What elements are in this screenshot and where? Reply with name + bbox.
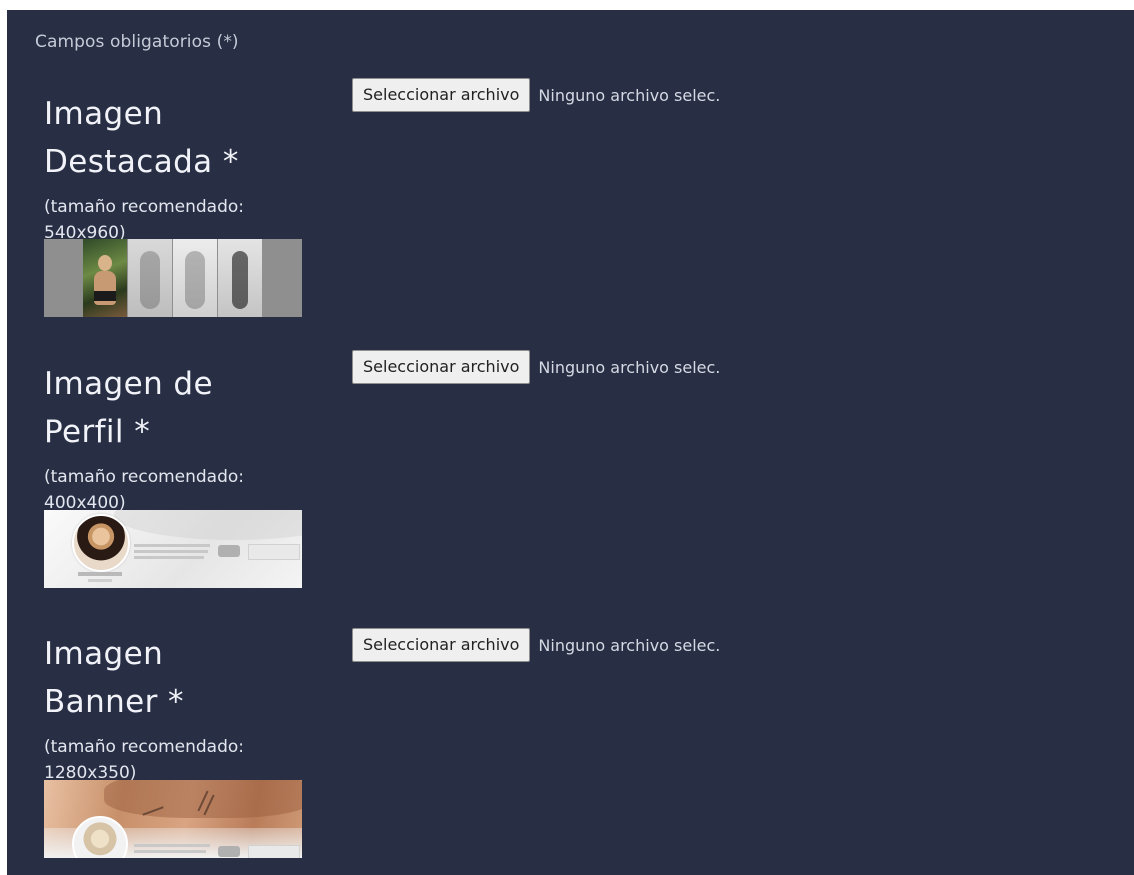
profile-image-label: Imagen de Perfil * xyxy=(44,360,344,456)
banner-image-hint-line1: (tamaño recomendado: xyxy=(44,737,245,757)
banner-image-label: Imagen Banner * xyxy=(44,630,344,726)
profile-avatar xyxy=(72,514,130,572)
featured-image-label-line1: Imagen xyxy=(44,96,164,132)
banner-image-file-control: Seleccionar archivo Ninguno archivo sele… xyxy=(352,628,720,662)
banner-image-file-status: Ninguno archivo selec. xyxy=(538,635,721,655)
profile-image-file-control: Seleccionar archivo Ninguno archivo sele… xyxy=(352,350,720,384)
featured-thumb-4 xyxy=(218,239,262,317)
featured-image-select-file-button[interactable]: Seleccionar archivo xyxy=(352,78,531,112)
featured-image-file-control: Seleccionar archivo Ninguno archivo sele… xyxy=(352,78,720,112)
banner-image-select-file-button[interactable]: Seleccionar archivo xyxy=(352,628,531,662)
banner-image-size-hint: (tamaño recomendado: 1280x350) xyxy=(44,734,344,786)
profile-image-hint-line1: (tamaño recomendado: xyxy=(44,467,245,487)
featured-image-file-status: Ninguno archivo selec. xyxy=(538,85,721,105)
profile-image-label-line1: Imagen de xyxy=(44,366,213,402)
required-fields-note: Campos obligatorios (*) xyxy=(35,32,239,52)
upload-form-panel: Campos obligatorios (*) Imagen Destacada… xyxy=(7,10,1134,875)
profile-image-select-file-button[interactable]: Seleccionar archivo xyxy=(352,350,531,384)
banner-image-label-line1: Imagen xyxy=(44,636,164,672)
banner-image-preview xyxy=(44,780,302,858)
featured-thumb-1 xyxy=(83,239,127,317)
profile-image-file-status: Ninguno archivo selec. xyxy=(538,357,721,377)
banner-image-label-line2: Banner * xyxy=(44,684,184,720)
featured-image-hint-line1: (tamaño recomendado: xyxy=(44,197,245,217)
featured-image-preview xyxy=(44,239,302,317)
profile-image-preview xyxy=(44,510,302,588)
profile-image-label-line2: Perfil * xyxy=(44,414,151,450)
featured-thumb-3 xyxy=(173,239,217,317)
profile-image-size-hint: (tamaño recomendado: 400x400) xyxy=(44,464,344,516)
featured-image-label-line2: Destacada * xyxy=(44,144,239,180)
featured-thumb-2 xyxy=(128,239,172,317)
featured-image-label: Imagen Destacada * xyxy=(44,90,344,186)
